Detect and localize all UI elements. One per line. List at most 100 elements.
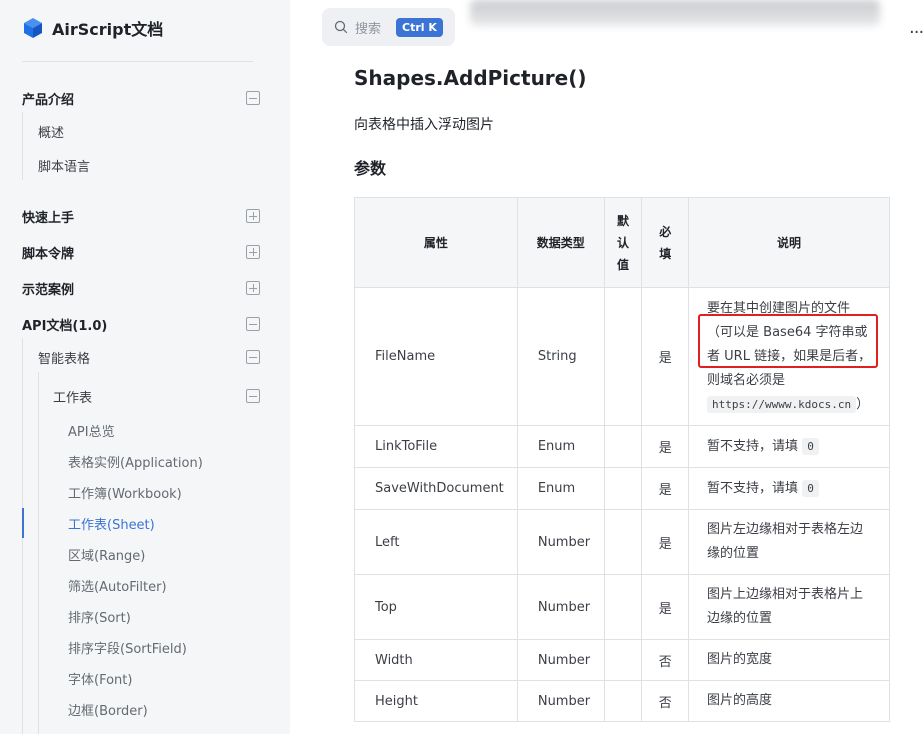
param-required: 是 [641,574,690,640]
param-desc: 图片的高度 [688,680,890,722]
sidebar-item-range[interactable]: 区域(Range) [68,545,145,564]
inline-code: https://wwww.kdocs.cn [707,395,857,413]
sidebar: AirScript文档 产品介绍 概述 脚本语言 快速上手 脚本令牌 示范案例 … [0,0,290,734]
param-type: Enum [516,467,605,510]
param-default [603,680,643,722]
nav-group-label: API文档(1.0) [22,318,108,334]
expand-icon[interactable] [246,245,260,259]
collapse-icon[interactable] [246,317,260,331]
nav-group-label: 脚本令牌 [22,246,75,262]
sidebar-item-script-language[interactable]: 脚本语言 [38,156,90,175]
sidebar-item-font[interactable]: 字体(Font) [68,669,132,688]
sidebar-item-application[interactable]: 表格实例(Application) [68,452,203,471]
param-desc: 图片的宽度 [688,639,890,681]
param-type: Enum [516,425,605,468]
nav-group-api[interactable]: API文档(1.0) [22,314,260,334]
col-header-desc: 说明 [688,197,890,288]
search-input[interactable]: 搜索 Ctrl K [322,8,455,46]
param-desc: 图片左边缘相对于表格左边缘的位置 [688,509,890,575]
param-required: 否 [641,639,690,681]
param-required: 是 [641,467,690,510]
page-description: 向表格中插入浮动图片 [354,117,494,133]
table-row: Width Number 否 图片的宽度 [354,639,890,681]
inline-code: 0 [802,479,819,497]
sidebar-item-sheet[interactable]: 工作表(Sheet) [68,514,155,533]
param-name: Width [354,639,518,681]
brand-title: AirScript文档 [52,20,164,39]
nav-group-label: 示范案例 [22,282,75,298]
param-default [603,639,643,681]
param-default [603,287,643,426]
sidebar-item-sortfield[interactable]: 排序字段(SortField) [68,638,187,657]
search-placeholder: 搜索 [355,21,382,37]
param-name: Left [354,509,518,575]
table-row: LinkToFile Enum 是 暂不支持，请填 0 [354,425,890,468]
search-icon [334,20,348,34]
expand-icon[interactable] [246,281,260,295]
table-row: FileName String 是 要在其中创建图片的文件（可以是 Base64… [354,287,890,426]
param-name: Height [354,680,518,722]
table-row: Left Number 是 图片左边缘相对于表格左边缘的位置 [354,509,890,575]
param-type: Number [516,509,605,575]
param-desc: 图片上边缘相对于表格片上边缘的位置 [688,574,890,640]
param-type: Number [516,639,605,681]
collapse-icon[interactable] [246,389,260,403]
sidebar-item-overview[interactable]: 概述 [38,122,64,141]
nav-group-label: 智能表格 [38,351,91,367]
table-row: Height Number 否 图片的高度 [354,680,890,722]
table-row: SaveWithDocument Enum 是 暂不支持，请填 0 [354,467,890,510]
nav-group-examples[interactable]: 示范案例 [22,278,260,298]
sidebar-item-autofilter[interactable]: 筛选(AutoFilter) [68,576,167,595]
app-root: AirScript文档 产品介绍 概述 脚本语言 快速上手 脚本令牌 示范案例 … [0,0,924,734]
sidebar-item-workbook[interactable]: 工作簿(Workbook) [68,483,182,502]
nav-group-token[interactable]: 脚本令牌 [22,242,260,262]
nav-group-product[interactable]: 产品介绍 [22,88,260,108]
param-type: Number [516,574,605,640]
param-desc: 要在其中创建图片的文件（可以是 Base64 字符串或者 URL 链接，如果是后… [688,287,890,426]
nav-group-label: 产品介绍 [22,92,75,108]
page-title: Shapes.AddPicture() [354,66,587,90]
nav-group-worksheet[interactable]: 工作表 [53,386,260,406]
col-header-required: 必 填 [641,197,690,288]
active-indicator [22,508,24,538]
inline-code: 0 [802,437,819,455]
sidebar-divider [22,61,253,62]
param-required: 是 [641,509,690,575]
more-horizontal-icon[interactable]: ··· [909,22,924,43]
param-type: String [516,287,605,426]
col-header-name: 属性 [354,197,518,288]
nav-group-smart-sheet[interactable]: 智能表格 [38,347,260,367]
param-required: 是 [641,425,690,468]
param-name: Top [354,574,518,640]
param-name: LinkToFile [354,425,518,468]
nav-group-label: 快速上手 [22,210,75,226]
param-default [603,467,643,510]
cube-logo-icon [24,18,42,38]
param-default [603,574,643,640]
collapse-icon[interactable] [246,350,260,364]
shortcut-badge: Ctrl K [396,17,443,37]
col-header-type: 数据类型 [516,197,605,288]
param-required: 否 [641,680,690,722]
sidebar-item-border[interactable]: 边框(Border) [68,700,148,719]
expand-icon[interactable] [246,209,260,223]
blurred-header [470,0,880,26]
param-name: FileName [354,287,518,426]
sidebar-item-sort[interactable]: 排序(Sort) [68,607,131,626]
nav-group-label: 工作表 [53,390,93,406]
nav-sublist-smart-sheet [38,372,39,734]
nav-sublist-product [22,112,23,180]
param-name: SaveWithDocument [354,467,518,510]
params-table: 属性 数据类型 默 认 值 必 填 说明 FileName String 是 要… [354,197,890,722]
param-type: Number [516,680,605,722]
param-required: 是 [641,287,690,426]
table-header-row: 属性 数据类型 默 认 值 必 填 说明 [354,197,890,288]
table-row: Top Number 是 图片上边缘相对于表格片上边缘的位置 [354,574,890,640]
param-default [603,509,643,575]
params-heading: 参数 [354,159,387,178]
collapse-icon[interactable] [246,91,260,105]
sidebar-item-api-overview[interactable]: API总览 [68,421,115,440]
param-default [603,425,643,468]
brand[interactable]: AirScript文档 [22,16,163,40]
nav-group-quickstart[interactable]: 快速上手 [22,206,260,226]
